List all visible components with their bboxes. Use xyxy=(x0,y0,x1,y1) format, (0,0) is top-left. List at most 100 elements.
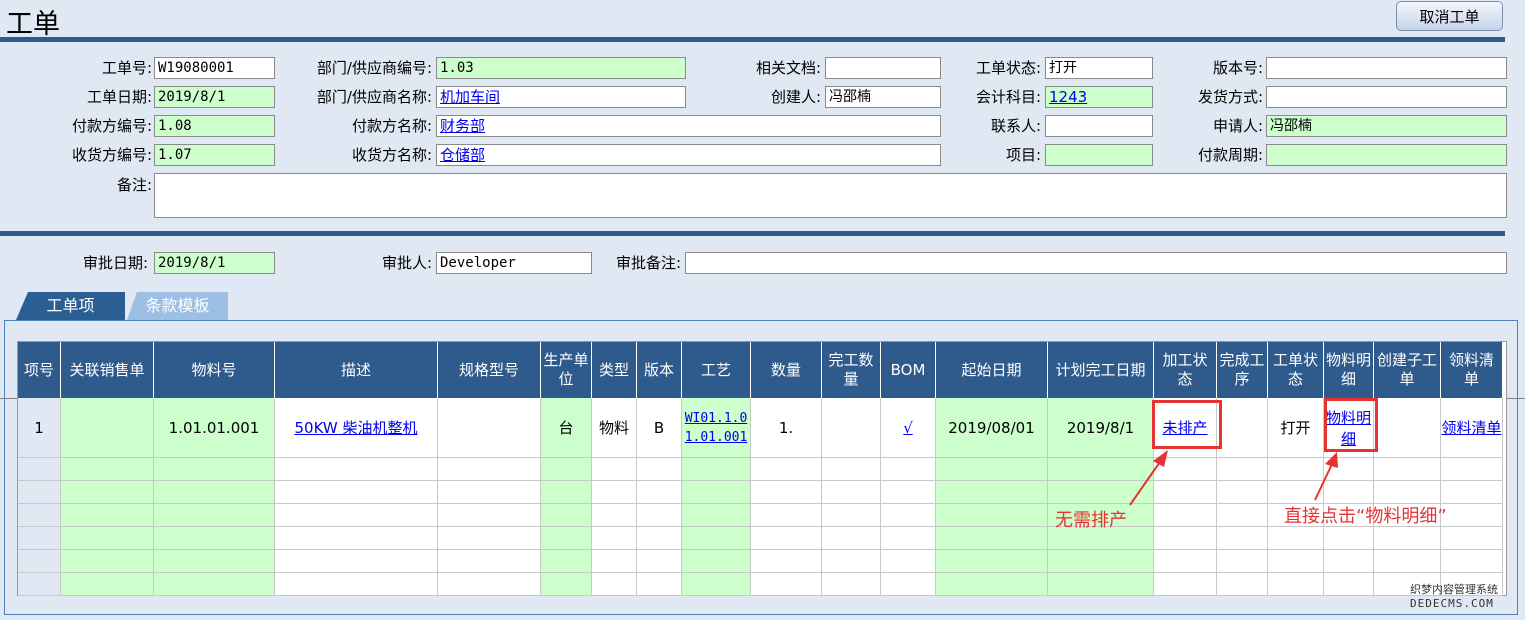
empty-cell[interactable] xyxy=(592,550,637,573)
empty-cell[interactable] xyxy=(1217,481,1268,504)
pick-list-link[interactable]: 领料清单 xyxy=(1441,417,1501,438)
contact-field[interactable] xyxy=(1045,115,1153,137)
empty-cell[interactable] xyxy=(1268,527,1324,550)
empty-cell[interactable] xyxy=(592,458,637,481)
empty-cell[interactable] xyxy=(682,481,751,504)
wo-no-field[interactable]: W19080001 xyxy=(154,57,275,79)
cell-start-date[interactable]: 2019/08/01 xyxy=(936,398,1048,458)
cell-done-qty[interactable] xyxy=(822,398,881,458)
empty-cell[interactable] xyxy=(438,550,541,573)
empty-cell[interactable] xyxy=(61,458,154,481)
empty-cell[interactable] xyxy=(541,481,592,504)
empty-cell[interactable] xyxy=(1374,481,1441,504)
pay-period-field[interactable] xyxy=(1266,144,1507,166)
empty-cell[interactable] xyxy=(1374,458,1441,481)
empty-cell[interactable] xyxy=(1374,527,1441,550)
empty-cell[interactable] xyxy=(881,573,936,596)
empty-cell[interactable] xyxy=(936,573,1048,596)
creator-field[interactable]: 冯邵楠 xyxy=(825,86,941,108)
cell-process[interactable]: WI01.1.01.01.001 xyxy=(682,398,751,458)
empty-cell[interactable] xyxy=(1324,573,1374,596)
empty-cell[interactable] xyxy=(1324,550,1374,573)
empty-cell[interactable] xyxy=(637,481,682,504)
empty-cell[interactable] xyxy=(61,573,154,596)
empty-cell[interactable] xyxy=(751,504,822,527)
remark-field[interactable] xyxy=(154,173,1507,218)
empty-cell[interactable] xyxy=(822,458,881,481)
receiver-code-field[interactable]: 1.07 xyxy=(154,144,275,166)
empty-cell[interactable] xyxy=(154,458,275,481)
empty-cell[interactable] xyxy=(936,458,1048,481)
empty-cell[interactable] xyxy=(822,481,881,504)
cell-bom[interactable]: √ xyxy=(881,398,936,458)
empty-cell[interactable] xyxy=(751,527,822,550)
empty-cell[interactable] xyxy=(637,458,682,481)
empty-cell[interactable] xyxy=(592,504,637,527)
empty-cell[interactable] xyxy=(1217,550,1268,573)
approval-date-field[interactable]: 2019/8/1 xyxy=(154,252,275,274)
empty-cell[interactable] xyxy=(637,573,682,596)
process-link[interactable]: WI01.1.01.01.001 xyxy=(682,409,750,447)
empty-cell[interactable] xyxy=(154,481,275,504)
receiver-name-link[interactable]: 仓储部 xyxy=(440,146,485,164)
empty-cell[interactable] xyxy=(592,481,637,504)
empty-cell[interactable] xyxy=(1324,527,1374,550)
empty-cell[interactable] xyxy=(61,550,154,573)
payer-name-field[interactable]: 财务部 xyxy=(436,115,941,137)
empty-cell[interactable] xyxy=(154,573,275,596)
empty-cell[interactable] xyxy=(682,458,751,481)
wo-status-field[interactable]: 打开 xyxy=(1045,57,1153,79)
empty-cell[interactable] xyxy=(1154,550,1217,573)
empty-cell[interactable] xyxy=(541,504,592,527)
empty-cell[interactable] xyxy=(18,573,61,596)
version-field[interactable] xyxy=(1266,57,1507,79)
empty-cell[interactable] xyxy=(541,573,592,596)
dept-name-link[interactable]: 机加车间 xyxy=(440,88,500,106)
empty-cell[interactable] xyxy=(1048,550,1154,573)
empty-cell[interactable] xyxy=(1217,458,1268,481)
empty-cell[interactable] xyxy=(18,458,61,481)
cancel-work-order-button[interactable]: 取消工单 xyxy=(1396,1,1503,31)
empty-cell[interactable] xyxy=(275,550,438,573)
empty-cell[interactable] xyxy=(61,527,154,550)
empty-cell[interactable] xyxy=(154,527,275,550)
empty-cell[interactable] xyxy=(154,504,275,527)
empty-cell[interactable] xyxy=(682,504,751,527)
ship-method-field[interactable] xyxy=(1266,86,1507,108)
empty-cell[interactable] xyxy=(1268,573,1324,596)
empty-cell[interactable] xyxy=(438,504,541,527)
empty-cell[interactable] xyxy=(275,504,438,527)
cell-unit[interactable]: 台 xyxy=(541,398,592,458)
empty-cell[interactable] xyxy=(18,504,61,527)
empty-cell[interactable] xyxy=(682,550,751,573)
empty-cell[interactable] xyxy=(1154,527,1217,550)
empty-cell[interactable] xyxy=(275,458,438,481)
empty-cell[interactable] xyxy=(637,527,682,550)
empty-cell[interactable] xyxy=(881,481,936,504)
dept-code-field[interactable]: 1.03 xyxy=(436,57,686,79)
empty-cell[interactable] xyxy=(1217,573,1268,596)
empty-cell[interactable] xyxy=(275,481,438,504)
cell-description[interactable]: 50KW 柴油机整机 xyxy=(275,398,438,458)
empty-cell[interactable] xyxy=(541,527,592,550)
tab-work-order-items[interactable]: 工单项 xyxy=(16,292,125,320)
empty-cell[interactable] xyxy=(438,527,541,550)
cell-pick-list[interactable]: 领料清单 xyxy=(1441,398,1503,458)
empty-cell[interactable] xyxy=(1217,527,1268,550)
empty-cell[interactable] xyxy=(592,527,637,550)
empty-cell[interactable] xyxy=(751,573,822,596)
empty-cell[interactable] xyxy=(18,550,61,573)
empty-cell[interactable] xyxy=(682,527,751,550)
tab-clause-template[interactable]: 条款模板 xyxy=(127,292,228,320)
empty-cell[interactable] xyxy=(1441,504,1503,527)
empty-cell[interactable] xyxy=(637,504,682,527)
empty-cell[interactable] xyxy=(275,573,438,596)
empty-cell[interactable] xyxy=(438,573,541,596)
empty-cell[interactable] xyxy=(1441,527,1503,550)
approval-note-field[interactable] xyxy=(685,252,1507,274)
cell-sales-order[interactable] xyxy=(61,398,154,458)
empty-cell[interactable] xyxy=(61,481,154,504)
cell-sub-wo[interactable] xyxy=(1374,398,1441,458)
cell-material-no[interactable]: 1.01.01.001 xyxy=(154,398,275,458)
empty-cell[interactable] xyxy=(822,550,881,573)
